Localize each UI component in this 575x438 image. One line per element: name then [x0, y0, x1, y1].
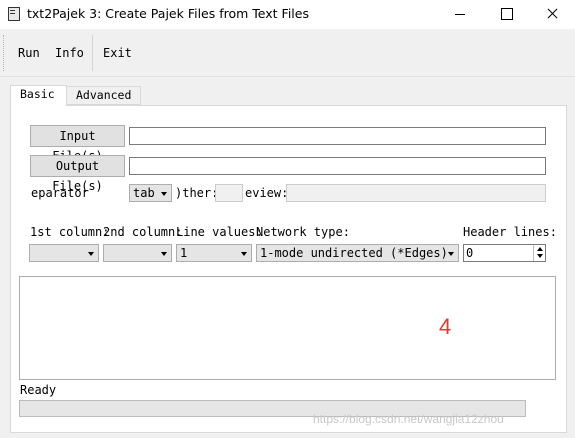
chevron-down-icon [88, 252, 94, 256]
separator-value: tab [133, 186, 155, 200]
watermark: https://blog.csdn.net/wangjia12zhou [313, 412, 504, 426]
other-label: )ther: [175, 186, 219, 200]
first-column-label: 1st column: [30, 225, 110, 239]
first-column-select[interactable] [29, 244, 99, 262]
maximize-icon[interactable] [483, 0, 529, 29]
input-files-button[interactable]: Input File(s) [30, 125, 125, 163]
line-values-label: Line values: [176, 225, 263, 239]
preview-field [286, 184, 546, 202]
input-file-field[interactable] [129, 127, 546, 145]
chevron-down-icon [448, 252, 454, 256]
menu-bar: Run Info Exit [0, 29, 575, 77]
app-icon [8, 7, 20, 21]
network-type-select[interactable]: 1-mode undirected (*Edges) [256, 244, 459, 262]
second-column-select[interactable] [103, 244, 172, 262]
network-type-value: 1-mode undirected (*Edges) [260, 246, 448, 260]
other-field[interactable] [215, 184, 243, 202]
separator-select[interactable]: tab [129, 184, 172, 202]
menu-separator [92, 35, 93, 71]
close-icon[interactable] [529, 0, 575, 29]
chevron-down-icon [161, 192, 167, 196]
output-file-field[interactable] [129, 157, 546, 175]
annotation-number: 4 [439, 314, 452, 339]
output-files-button[interactable]: Output File(s) [30, 155, 125, 193]
header-lines-stepper[interactable]: 0 [463, 244, 546, 262]
window-title: txt2Pajek 3: Create Pajek Files from Tex… [27, 6, 309, 21]
output-log[interactable] [19, 276, 556, 380]
chevron-down-icon [161, 252, 167, 256]
chevron-down-icon [241, 252, 247, 256]
tab-basic[interactable]: Basic [10, 85, 67, 106]
title-bar: txt2Pajek 3: Create Pajek Files from Tex… [0, 0, 575, 29]
line-values-select[interactable]: 1 [176, 244, 252, 262]
header-lines-value: 0 [466, 246, 474, 260]
run-menu[interactable]: Run [18, 46, 40, 60]
stepper-arrows-icon[interactable] [533, 245, 545, 261]
status-text: Ready [20, 383, 57, 397]
toolbar-grip [3, 35, 5, 71]
exit-menu[interactable]: Exit [103, 46, 132, 60]
separator-label: eparator [31, 186, 89, 200]
second-column-label: 2nd column: [103, 225, 183, 239]
minimize-icon[interactable] [437, 0, 483, 29]
header-lines-label: Header lines: [463, 225, 557, 239]
preview-label: eview: [245, 186, 289, 200]
info-menu[interactable]: Info [55, 46, 84, 60]
network-type-label: Network type: [256, 225, 350, 239]
line-values-value: 1 [180, 246, 188, 260]
tab-advanced[interactable]: Advanced [67, 86, 141, 105]
